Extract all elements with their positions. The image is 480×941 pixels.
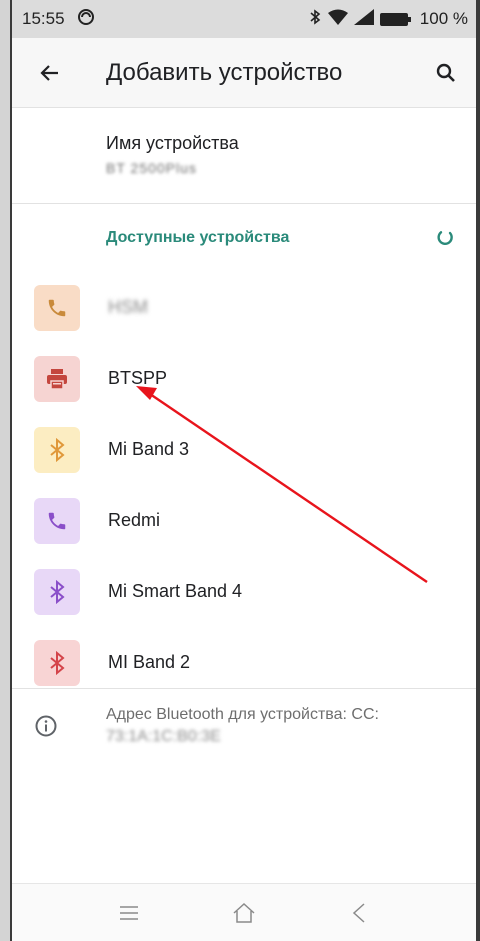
bluetooth-icon	[50, 437, 65, 462]
menu-button[interactable]	[109, 893, 149, 933]
device-name-setting[interactable]: Имя устройства BT 2500Plus	[12, 108, 476, 204]
device-frame-left	[0, 0, 12, 941]
device-row[interactable]: HSM	[12, 272, 476, 343]
bluetooth-status-icon	[308, 8, 322, 31]
bluetooth-address-info: Адрес Bluetooth для устройства: CC: 73:1…	[12, 704, 476, 748]
battery-icon	[379, 12, 411, 26]
available-devices-title: Доступные устройства	[106, 229, 290, 246]
home-button[interactable]	[224, 893, 264, 933]
bluetooth-icon	[50, 579, 65, 604]
device-label: Redmi	[108, 510, 161, 530]
status-bar: 15:55 100 %	[12, 0, 476, 38]
search-icon	[436, 63, 455, 82]
device-name-label: Имя устройства	[106, 133, 239, 153]
available-devices-header: Доступные устройства	[12, 204, 476, 272]
loading-spinner-icon	[437, 231, 453, 245]
device-name-value: BT 2500Plus	[106, 160, 197, 176]
printer-icon	[47, 368, 67, 390]
home-icon	[233, 902, 255, 923]
search-button[interactable]	[416, 38, 476, 108]
device-row[interactable]: Redmi	[12, 485, 476, 556]
wifi-icon	[327, 9, 348, 30]
phone-screen: 15:55 100 % Добавить устройство Имя устр…	[12, 0, 476, 941]
phone-icon	[48, 512, 66, 529]
device-row[interactable]: BTSPP	[12, 343, 476, 414]
device-label: Mi Band 3	[108, 439, 190, 459]
back-nav-button[interactable]	[339, 893, 379, 933]
app-bar: Добавить устройство	[12, 38, 476, 108]
device-icon-bg	[34, 284, 80, 331]
chevron-left-icon	[352, 902, 365, 923]
device-list: HSM BTSPP Mi Band 3 Redmi Mi Smart Band …	[12, 272, 476, 698]
device-label: BTSPP	[108, 368, 168, 388]
device-frame-right	[476, 0, 480, 941]
status-right-group: 100 %	[308, 8, 468, 31]
bluetooth-address-value: 73:1A:1C:B0:3E	[106, 728, 221, 745]
device-row[interactable]: Mi Band 3	[12, 414, 476, 485]
device-icon-bg	[34, 426, 80, 473]
menu-icon	[120, 905, 139, 920]
device-icon-bg	[34, 497, 80, 544]
navigation-bar	[12, 883, 476, 941]
signal-icon	[353, 8, 374, 30]
device-row[interactable]: Mi Smart Band 4	[12, 556, 476, 627]
device-label: MI Band 2	[108, 652, 191, 672]
info-icon	[35, 715, 57, 737]
bluetooth-icon	[50, 650, 65, 675]
notification-icon	[77, 8, 95, 31]
arrow-back-icon	[40, 64, 58, 81]
phone-icon	[48, 299, 66, 316]
bluetooth-address-label: Адрес Bluetooth для устройства: CC:	[106, 706, 379, 723]
device-icon-bg	[34, 639, 80, 686]
device-label: Mi Smart Band 4	[108, 581, 243, 601]
device-icon-bg	[34, 355, 80, 402]
back-button[interactable]	[12, 38, 88, 108]
device-icon-bg	[34, 568, 80, 615]
status-time: 15:55	[22, 9, 65, 28]
divider	[12, 688, 476, 689]
battery-percent: 100 %	[419, 9, 468, 28]
page-title: Добавить устройство	[106, 58, 343, 86]
device-label: HSM	[108, 297, 148, 317]
